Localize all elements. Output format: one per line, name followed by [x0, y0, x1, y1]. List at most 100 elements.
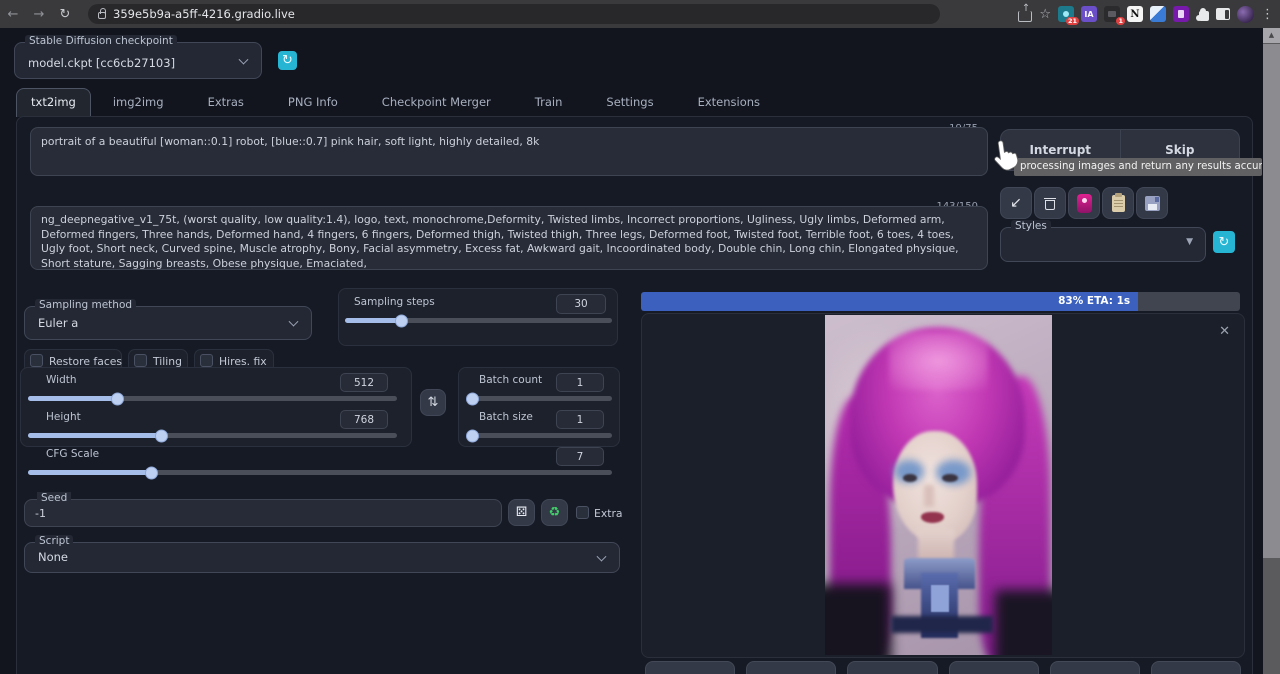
- slider-thumb[interactable]: [466, 392, 479, 405]
- output-action-button[interactable]: [645, 661, 735, 674]
- script-value: None: [38, 550, 68, 564]
- cfg-scale-number[interactable]: [556, 447, 604, 466]
- extra-networks-button[interactable]: [1068, 187, 1100, 219]
- styles-label: Styles: [1011, 220, 1051, 232]
- slider-thumb[interactable]: [466, 429, 479, 442]
- side-panel-icon[interactable]: [1216, 8, 1230, 20]
- sampling-method-dropdown[interactable]: Sampling method Euler a: [24, 306, 312, 340]
- seed-field[interactable]: Seed -1: [24, 499, 502, 527]
- batch-size-number[interactable]: [556, 410, 604, 429]
- tab-png-info[interactable]: PNG Info: [266, 89, 360, 117]
- slider-thumb[interactable]: [111, 392, 124, 405]
- cfg-scale-slider[interactable]: [28, 470, 612, 475]
- forward-icon[interactable]: →: [26, 7, 52, 22]
- paste-params-button[interactable]: ↙: [1000, 187, 1032, 219]
- floppy-disk-icon: [1145, 196, 1160, 211]
- padlock-icon: [98, 12, 106, 19]
- image-layer-face: [893, 431, 977, 543]
- width-number[interactable]: [340, 373, 388, 392]
- styles-refresh-button[interactable]: ↻: [1213, 231, 1235, 253]
- tab-extras[interactable]: Extras: [186, 89, 266, 117]
- width-label: Width: [42, 374, 81, 386]
- image-layer-shoulder-right: [995, 590, 1052, 655]
- checkpoint-dropdown[interactable]: Stable Diffusion checkpoint model.ckpt […: [14, 42, 262, 79]
- image-layer-nose: [924, 485, 934, 507]
- address-bar[interactable]: 359e5b9a-a5ff-4216.gradio.live: [88, 4, 940, 24]
- scrollbar-up-arrow[interactable]: ▲: [1263, 28, 1280, 43]
- tab-extensions[interactable]: Extensions: [676, 89, 782, 117]
- restore-faces-checkbox[interactable]: [30, 354, 43, 367]
- seed-label: Seed: [37, 492, 71, 504]
- photos-extension-icon[interactable]: [1150, 6, 1166, 22]
- slider-thumb[interactable]: [145, 466, 158, 479]
- random-seed-button[interactable]: ⚄: [508, 499, 535, 526]
- script-label: Script: [35, 535, 73, 547]
- trash-icon: [1044, 197, 1056, 210]
- scrollbar[interactable]: ▲: [1263, 28, 1280, 674]
- output-action-button[interactable]: [1050, 661, 1140, 674]
- url-text[interactable]: 359e5b9a-a5ff-4216.gradio.live: [113, 7, 295, 21]
- checkpoint-value: model.ckpt [cc6cb27103]: [28, 56, 175, 70]
- batch-count-slider[interactable]: [468, 396, 612, 401]
- prompt-input[interactable]: portrait of a beautiful [woman::0.1] rob…: [30, 127, 988, 176]
- output-action-button[interactable]: [847, 661, 937, 674]
- apply-style-button[interactable]: [1102, 187, 1134, 219]
- screen: ← → ↻ 359e5b9a-a5ff-4216.gradio.live ☆ 2…: [0, 0, 1280, 674]
- slider-thumb[interactable]: [155, 429, 168, 442]
- tab-txt2img[interactable]: txt2img: [16, 88, 91, 117]
- reuse-seed-button[interactable]: ♻: [541, 499, 568, 526]
- sampling-steps-slider[interactable]: [345, 318, 612, 323]
- chevron-down-icon: [239, 54, 249, 64]
- generated-image[interactable]: [825, 315, 1052, 655]
- output-action-button[interactable]: [1151, 661, 1241, 674]
- batch-count-number[interactable]: [556, 373, 604, 392]
- share-icon[interactable]: [1018, 11, 1032, 22]
- progress-label: 83% ETA: 1s: [1058, 292, 1130, 311]
- scrollbar-thumb[interactable]: [1263, 44, 1280, 558]
- image-layer-shoulder-left: [825, 584, 891, 655]
- office-extension-icon[interactable]: [1173, 6, 1189, 22]
- styles-dropdown[interactable]: Styles ▼: [1000, 227, 1206, 262]
- batch-size-label: Batch size: [475, 411, 537, 423]
- close-icon[interactable]: ✕: [1219, 324, 1230, 339]
- camera-extension-icon[interactable]: 1: [1104, 6, 1120, 22]
- pin-extension-icon[interactable]: 21: [1058, 6, 1074, 22]
- height-slider[interactable]: [28, 433, 397, 438]
- clear-prompt-button[interactable]: [1034, 187, 1066, 219]
- tab-train[interactable]: Train: [513, 89, 585, 117]
- extra-seed-checkbox[interactable]: [576, 506, 589, 519]
- seed-value: -1: [35, 507, 46, 520]
- notion-extension-icon[interactable]: N: [1127, 6, 1143, 22]
- hires-fix-checkbox[interactable]: [200, 354, 213, 367]
- browser-menu-icon[interactable]: ⋮: [1261, 7, 1274, 22]
- checkpoint-refresh-button[interactable]: ↻: [278, 51, 297, 70]
- swap-dimensions-button[interactable]: ⇅: [420, 389, 446, 416]
- height-number[interactable]: [340, 410, 388, 429]
- script-dropdown[interactable]: Script None: [24, 542, 620, 573]
- tab-checkpoint-merger[interactable]: Checkpoint Merger: [360, 89, 513, 117]
- image-layer-strap: [891, 616, 993, 633]
- swap-arrows-icon: ⇅: [428, 395, 439, 410]
- progress-fill: 83% ETA: 1s: [641, 292, 1138, 311]
- image-layer-eye-left: [903, 474, 917, 481]
- output-action-button[interactable]: [746, 661, 836, 674]
- tab-settings[interactable]: Settings: [584, 89, 675, 117]
- back-icon[interactable]: ←: [0, 7, 26, 22]
- save-style-button[interactable]: [1136, 187, 1168, 219]
- reload-icon[interactable]: ↻: [52, 7, 78, 22]
- ia-extension-icon[interactable]: IA: [1081, 6, 1097, 22]
- slider-thumb[interactable]: [395, 314, 408, 327]
- extensions-puzzle-icon[interactable]: [1196, 8, 1209, 21]
- sampling-steps-number[interactable]: [556, 294, 606, 314]
- negative-prompt-input[interactable]: ng_deepnegative_v1_75t, (worst quality, …: [30, 206, 988, 270]
- tiling-checkbox[interactable]: [134, 354, 147, 367]
- width-slider[interactable]: [28, 396, 397, 401]
- height-label: Height: [42, 411, 85, 423]
- profile-avatar[interactable]: [1237, 6, 1254, 23]
- output-action-button[interactable]: [949, 661, 1039, 674]
- batch-size-slider[interactable]: [468, 433, 612, 438]
- bookmark-star-icon[interactable]: ☆: [1039, 7, 1051, 22]
- camera-badge: 1: [1116, 17, 1125, 25]
- chevron-down-icon: ▼: [1186, 237, 1193, 247]
- tab-img2img[interactable]: img2img: [91, 89, 186, 117]
